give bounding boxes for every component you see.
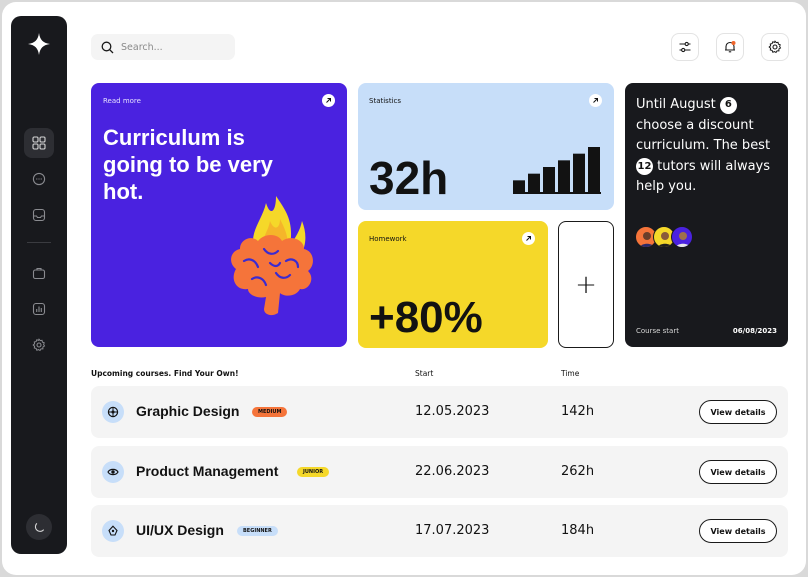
read-more-link[interactable]: Read more <box>103 97 141 105</box>
avatar[interactable] <box>671 226 693 248</box>
course-duration: 262h <box>561 464 595 479</box>
settings-button[interactable] <box>761 33 789 61</box>
gear-icon <box>768 40 782 54</box>
course-start-date: 22.06.2023 <box>415 464 490 479</box>
homework-card[interactable]: Homework +80% <box>358 221 548 348</box>
course-title: Graphic Design <box>136 403 240 419</box>
course-start-date: 17.07.2023 <box>415 523 490 538</box>
sidebar <box>11 16 67 554</box>
burning-brain-illustration <box>231 196 313 316</box>
sidebar-divider <box>27 242 51 243</box>
notifications-button[interactable] <box>716 33 744 61</box>
statistics-mini-chart <box>513 147 601 194</box>
sliders-icon <box>679 41 691 53</box>
course-title: Product Management <box>136 463 279 479</box>
promo-text-part-3: tutors will always help you. <box>636 158 771 195</box>
eye-icon <box>102 461 124 483</box>
promo-text: Until August 6 choose a discount curricu… <box>636 95 784 198</box>
homework-open-button[interactable] <box>522 232 535 245</box>
arrow-up-right-icon <box>593 98 598 103</box>
view-details-button[interactable]: View details <box>699 400 777 424</box>
stat-bar <box>588 147 600 193</box>
search-placeholder: Search... <box>121 41 163 53</box>
settings-icon <box>32 338 46 352</box>
statistics-label: Statistics <box>369 97 401 105</box>
course-start-label: Course start <box>636 327 679 335</box>
search-icon <box>101 41 114 53</box>
statistics-value: 32h <box>369 152 449 204</box>
statistics-open-button[interactable] <box>589 94 602 107</box>
filter-button[interactable] <box>671 33 699 61</box>
homework-value: +80% <box>369 293 483 342</box>
inbox-icon <box>32 208 46 222</box>
table-row[interactable]: UI/UX Design BEGINNER 17.07.2023 184h Vi… <box>91 505 788 557</box>
chart-icon <box>32 302 46 316</box>
promo-text-part-2: choose a discount curriculum. The best <box>636 117 771 154</box>
promo-number-badge-2: 12 <box>636 158 653 176</box>
level-badge: BEGINNER <box>237 526 278 536</box>
stat-bar <box>573 153 585 193</box>
theme-toggle-button[interactable] <box>26 514 52 540</box>
promo-number-badge-1: 6 <box>719 96 737 114</box>
sidebar-item-settings[interactable] <box>24 330 54 360</box>
level-badge: MEDIUM <box>252 407 288 417</box>
moon-icon <box>34 522 44 532</box>
promo-text-part-1: Until August <box>636 97 716 112</box>
sidebar-item-dashboard[interactable] <box>24 128 54 158</box>
chat-icon <box>32 172 46 186</box>
view-details-button[interactable]: View details <box>699 460 777 484</box>
column-header-time: Time <box>561 369 580 378</box>
sidebar-item-reports[interactable] <box>24 294 54 324</box>
aperture-icon <box>102 401 124 423</box>
table-row[interactable]: Graphic Design MEDIUM 12.05.2023 142h Vi… <box>91 386 788 438</box>
plus-icon: + <box>575 269 597 300</box>
search-input[interactable]: Search... <box>91 34 235 60</box>
stat-bar <box>528 173 540 193</box>
person-icon <box>675 232 691 247</box>
promo-card: Until August 6 choose a discount curricu… <box>625 83 788 347</box>
upcoming-courses-heading: Upcoming courses. Find Your Own! <box>91 369 239 378</box>
course-duration: 142h <box>561 404 595 419</box>
course-title: UI/UX Design <box>136 522 224 538</box>
column-header-start: Start <box>415 369 434 378</box>
add-card-button[interactable]: + <box>558 221 614 348</box>
course-start-date: 06/08/2023 <box>732 327 777 335</box>
bell-icon <box>725 41 736 53</box>
stat-bar <box>513 180 525 193</box>
view-details-button[interactable]: View details <box>699 519 777 543</box>
grid-icon <box>32 136 46 150</box>
arrow-up-right-icon <box>326 98 331 103</box>
sidebar-item-courses[interactable] <box>24 258 54 288</box>
statistics-card[interactable]: Statistics 32h <box>358 83 614 210</box>
stat-bar <box>543 167 555 193</box>
stat-bar <box>558 160 570 193</box>
curriculum-card[interactable]: Read more Curriculum is going to be very… <box>91 83 347 347</box>
homework-label: Homework <box>369 235 407 243</box>
logo-icon[interactable] <box>27 32 51 56</box>
sidebar-item-messages[interactable] <box>24 164 54 194</box>
sidebar-item-inbox[interactable] <box>24 200 54 230</box>
briefcase-icon <box>32 267 46 280</box>
table-row[interactable]: Product Management JUNIOR 22.06.2023 262… <box>91 446 788 498</box>
pen-tool-icon <box>102 520 124 542</box>
curriculum-open-button[interactable] <box>322 94 335 107</box>
level-badge: JUNIOR <box>297 467 330 477</box>
course-duration: 184h <box>561 523 595 538</box>
course-start-date: 12.05.2023 <box>415 404 490 419</box>
arrow-up-right-icon <box>526 236 531 241</box>
